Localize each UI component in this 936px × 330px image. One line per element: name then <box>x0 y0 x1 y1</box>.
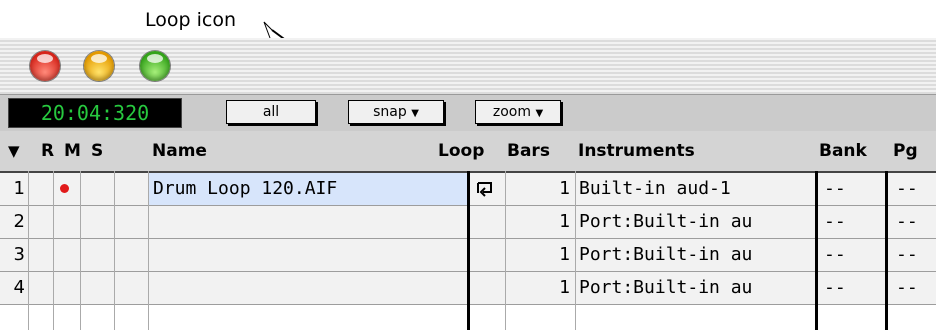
track-list-header: ▼ R M S Name Loop Bars Instruments Bank … <box>0 131 936 173</box>
column-divider <box>148 171 149 330</box>
bars-value[interactable]: 1 <box>510 277 570 298</box>
close-window-button[interactable] <box>30 51 60 81</box>
column-divider <box>80 171 81 330</box>
track-name-field[interactable] <box>149 239 468 271</box>
column-divider <box>575 171 576 330</box>
instrument-value[interactable]: Port:Built-in au <box>579 211 815 232</box>
chevron-down-icon: ▼ <box>535 108 544 119</box>
column-name[interactable]: Name <box>152 141 207 161</box>
column-divider <box>467 171 470 330</box>
program-value[interactable]: -- <box>896 211 918 232</box>
track-number: 1 <box>13 178 25 199</box>
instrument-value[interactable]: Port:Built-in au <box>579 277 815 298</box>
snap-dropdown[interactable]: snap ▼ <box>348 100 444 124</box>
chevron-down-icon: ▼ <box>411 108 419 119</box>
column-record[interactable]: R <box>41 141 54 161</box>
column-divider <box>505 171 506 330</box>
bank-value[interactable]: -- <box>824 277 846 298</box>
column-bank[interactable]: Bank <box>819 141 867 161</box>
bars-value[interactable]: 1 <box>510 178 570 199</box>
column-bars[interactable]: Bars <box>507 141 550 161</box>
column-solo[interactable]: S <box>91 141 103 161</box>
zoom-dropdown[interactable]: zoom ▼ <box>475 100 561 124</box>
track-number: 2 <box>13 211 25 232</box>
bank-value[interactable]: -- <box>824 244 846 265</box>
snap-dropdown-label: snap <box>373 104 407 120</box>
program-value[interactable]: -- <box>896 244 918 265</box>
track-name-field[interactable] <box>149 272 468 304</box>
track-name-field[interactable]: Drum Loop 120.AIF <box>149 173 468 205</box>
callout-label: Loop icon <box>145 9 236 31</box>
loop-icon[interactable] <box>476 180 494 198</box>
collapse-triangle-icon[interactable]: ▼ <box>8 142 20 160</box>
program-value[interactable]: -- <box>896 178 918 199</box>
bank-value[interactable]: -- <box>824 178 846 199</box>
all-button[interactable]: all <box>226 100 316 124</box>
column-mute[interactable]: M <box>64 141 81 161</box>
column-divider <box>28 171 29 330</box>
program-value[interactable]: -- <box>896 277 918 298</box>
zoom-dropdown-label: zoom <box>492 104 531 120</box>
track-number: 3 <box>13 244 25 265</box>
column-divider <box>114 171 115 330</box>
bars-value[interactable]: 1 <box>510 244 570 265</box>
instrument-value[interactable]: Port:Built-in au <box>579 244 815 265</box>
track-name-field[interactable] <box>149 206 468 238</box>
record-enable-icon[interactable] <box>60 184 69 193</box>
all-button-label: all <box>262 104 280 120</box>
column-instruments[interactable]: Instruments <box>578 141 695 161</box>
bars-value[interactable]: 1 <box>510 211 570 232</box>
zoom-window-button[interactable] <box>140 51 170 81</box>
bank-value[interactable]: -- <box>824 211 846 232</box>
instrument-value[interactable]: Built-in aud-1 <box>579 178 815 199</box>
column-divider <box>53 171 54 330</box>
column-divider <box>885 171 888 330</box>
time-display: 20:04:320 <box>8 98 182 128</box>
minimize-window-button[interactable] <box>84 51 114 81</box>
column-divider <box>815 171 818 330</box>
column-loop[interactable]: Loop <box>438 141 484 161</box>
column-pgm[interactable]: Pg <box>893 141 918 161</box>
track-number: 4 <box>13 277 25 298</box>
